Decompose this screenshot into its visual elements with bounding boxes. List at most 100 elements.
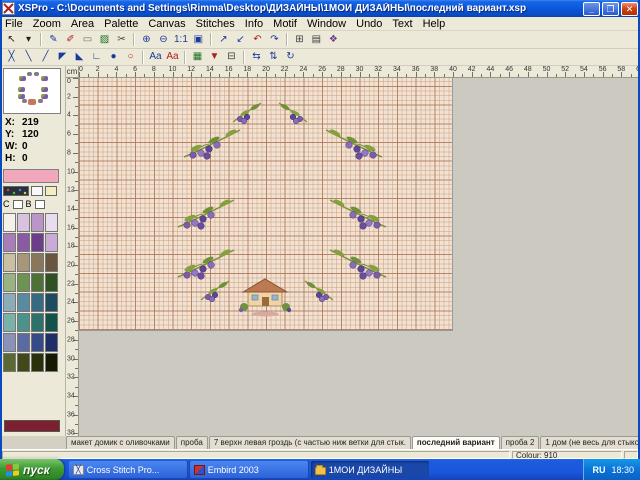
palette-swatch[interactable] bbox=[45, 353, 58, 372]
maximize-button[interactable]: ❐ bbox=[602, 2, 619, 16]
palette-swatch[interactable] bbox=[31, 313, 44, 332]
stitch-grid[interactable] bbox=[79, 78, 453, 331]
menu-info[interactable]: Info bbox=[240, 17, 268, 31]
palette-swatch[interactable] bbox=[31, 293, 44, 312]
palette-swatch[interactable] bbox=[17, 273, 30, 292]
palette-swatch[interactable] bbox=[45, 253, 58, 272]
eraser-tool[interactable]: ▭ bbox=[79, 32, 96, 47]
design-tab-0[interactable]: макет домик с оливочками bbox=[66, 436, 175, 449]
minimize-button[interactable]: _ bbox=[583, 2, 600, 16]
palette-swatch[interactable] bbox=[45, 333, 58, 352]
c-checkbox[interactable] bbox=[13, 200, 23, 209]
pointer-tool[interactable]: ↖ bbox=[3, 32, 20, 47]
french-knot-tool[interactable]: ● bbox=[105, 50, 122, 65]
palette-swatch[interactable] bbox=[45, 313, 58, 332]
task-button[interactable]: Embird 2003 bbox=[190, 461, 308, 478]
zoom-fit-tool[interactable]: ▣ bbox=[190, 32, 207, 47]
flip-horizontal-tool[interactable]: ⇆ bbox=[248, 50, 265, 65]
palette-swatch[interactable] bbox=[3, 353, 16, 372]
palette-swatch[interactable] bbox=[31, 353, 44, 372]
palette-swatch[interactable] bbox=[45, 233, 58, 252]
palette-swatch[interactable] bbox=[31, 213, 44, 232]
palette-swatch[interactable] bbox=[45, 213, 58, 232]
half-stitch-forward-tool[interactable]: ╱ bbox=[37, 50, 54, 65]
palette-swatch[interactable] bbox=[3, 333, 16, 352]
selected-color-swatch[interactable] bbox=[3, 169, 59, 183]
text-tool-sans[interactable]: Aa bbox=[164, 50, 181, 65]
menu-motif[interactable]: Motif bbox=[268, 17, 302, 31]
palette-swatch[interactable] bbox=[31, 253, 44, 272]
motif-tool[interactable]: ❖ bbox=[325, 32, 342, 47]
menu-undo[interactable]: Undo bbox=[351, 17, 387, 31]
pencil-tool[interactable]: ✎ bbox=[45, 32, 62, 47]
back-stitch-tool[interactable]: ∟ bbox=[88, 50, 105, 65]
flip-vertical-tool[interactable]: ⇅ bbox=[265, 50, 282, 65]
cream-swatch[interactable] bbox=[45, 186, 57, 196]
quarter-stitch-tool[interactable]: ◤ bbox=[54, 50, 71, 65]
undo-button[interactable]: ↶ bbox=[249, 32, 266, 47]
design-tab-2[interactable]: 7 верхн левая гроздь (с частью ниж ветки… bbox=[209, 436, 411, 449]
palette-swatch[interactable] bbox=[17, 213, 30, 232]
palette-swatch[interactable] bbox=[17, 353, 30, 372]
arrow-down-left-tool[interactable]: ↙ bbox=[232, 32, 249, 47]
text-tool-serif[interactable]: Aa bbox=[147, 50, 164, 65]
palette-swatch[interactable] bbox=[3, 313, 16, 332]
palette-swatch[interactable] bbox=[45, 273, 58, 292]
palette-swatch[interactable] bbox=[31, 333, 44, 352]
menu-canvas[interactable]: Canvas bbox=[143, 17, 190, 31]
design-preview[interactable] bbox=[3, 68, 61, 114]
palette-tool[interactable]: ▦ bbox=[189, 50, 206, 65]
menu-stitches[interactable]: Stitches bbox=[191, 17, 240, 31]
palette-swatch[interactable] bbox=[17, 293, 30, 312]
pattern-library-tool[interactable]: ⊟ bbox=[223, 50, 240, 65]
rulers-toggle[interactable]: ▤ bbox=[308, 32, 325, 47]
palette-swatch[interactable] bbox=[3, 213, 16, 232]
menu-area[interactable]: Area bbox=[66, 17, 99, 31]
arrow-up-right-tool[interactable]: ↗ bbox=[215, 32, 232, 47]
palette-swatch[interactable] bbox=[31, 233, 44, 252]
menu-palette[interactable]: Palette bbox=[99, 17, 143, 31]
palette-swatch[interactable] bbox=[3, 293, 16, 312]
language-indicator[interactable]: RU bbox=[592, 465, 605, 475]
scissors-tool[interactable]: ✂ bbox=[113, 32, 130, 47]
color-picker-tool[interactable]: ▼ bbox=[206, 50, 223, 65]
palette-swatch[interactable] bbox=[17, 313, 30, 332]
palette-swatch[interactable] bbox=[17, 333, 30, 352]
tool-dropdown[interactable]: ▾ bbox=[20, 32, 37, 47]
three-quarter-stitch-tool[interactable]: ◣ bbox=[71, 50, 88, 65]
start-button[interactable]: пуск bbox=[0, 459, 64, 480]
b-checkbox[interactable] bbox=[35, 200, 45, 209]
white-swatch[interactable] bbox=[31, 186, 43, 196]
bead-tool[interactable]: ○ bbox=[122, 50, 139, 65]
task-button[interactable]: 1МОИ ДИЗАЙНЫ bbox=[311, 461, 429, 478]
fill-tool[interactable]: ▨ bbox=[96, 32, 113, 47]
design-tab-1[interactable]: проба bbox=[176, 436, 208, 449]
rotate-tool[interactable]: ↻ bbox=[282, 50, 299, 65]
palette-swatch[interactable] bbox=[3, 233, 16, 252]
brush-tool[interactable]: ✐ bbox=[62, 32, 79, 47]
palette-swatch[interactable] bbox=[3, 253, 16, 272]
menu-zoom[interactable]: Zoom bbox=[28, 17, 66, 31]
palette-swatch[interactable] bbox=[31, 273, 44, 292]
zoom-out-tool[interactable]: ⊖ bbox=[155, 32, 172, 47]
design-tab-5[interactable]: 1 дом (не весь для стыковки) bbox=[540, 436, 640, 449]
multicolor-swatch[interactable] bbox=[3, 186, 29, 196]
full-stitch-tool[interactable]: ╳ bbox=[3, 50, 20, 65]
menu-window[interactable]: Window bbox=[302, 17, 351, 31]
menu-help[interactable]: Help bbox=[418, 17, 451, 31]
grid-toggle[interactable]: ⊞ bbox=[291, 32, 308, 47]
menu-text[interactable]: Text bbox=[387, 17, 417, 31]
design-tab-4[interactable]: проба 2 bbox=[501, 436, 540, 449]
design-tab-3[interactable]: последний вариант bbox=[412, 436, 500, 449]
palette-swatch[interactable] bbox=[3, 273, 16, 292]
close-button[interactable]: ✕ bbox=[621, 2, 638, 16]
menu-file[interactable]: File bbox=[0, 17, 28, 31]
redo-button[interactable]: ↷ bbox=[266, 32, 283, 47]
palette-swatch[interactable] bbox=[45, 293, 58, 312]
zoom-actual-tool[interactable]: 1:1 bbox=[172, 32, 190, 47]
task-button[interactable]: ╳Cross Stitch Pro... bbox=[69, 461, 187, 478]
footer-color-swatch[interactable] bbox=[4, 420, 60, 432]
palette-swatch[interactable] bbox=[17, 253, 30, 272]
half-stitch-back-tool[interactable]: ╲ bbox=[20, 50, 37, 65]
palette-swatch[interactable] bbox=[17, 233, 30, 252]
